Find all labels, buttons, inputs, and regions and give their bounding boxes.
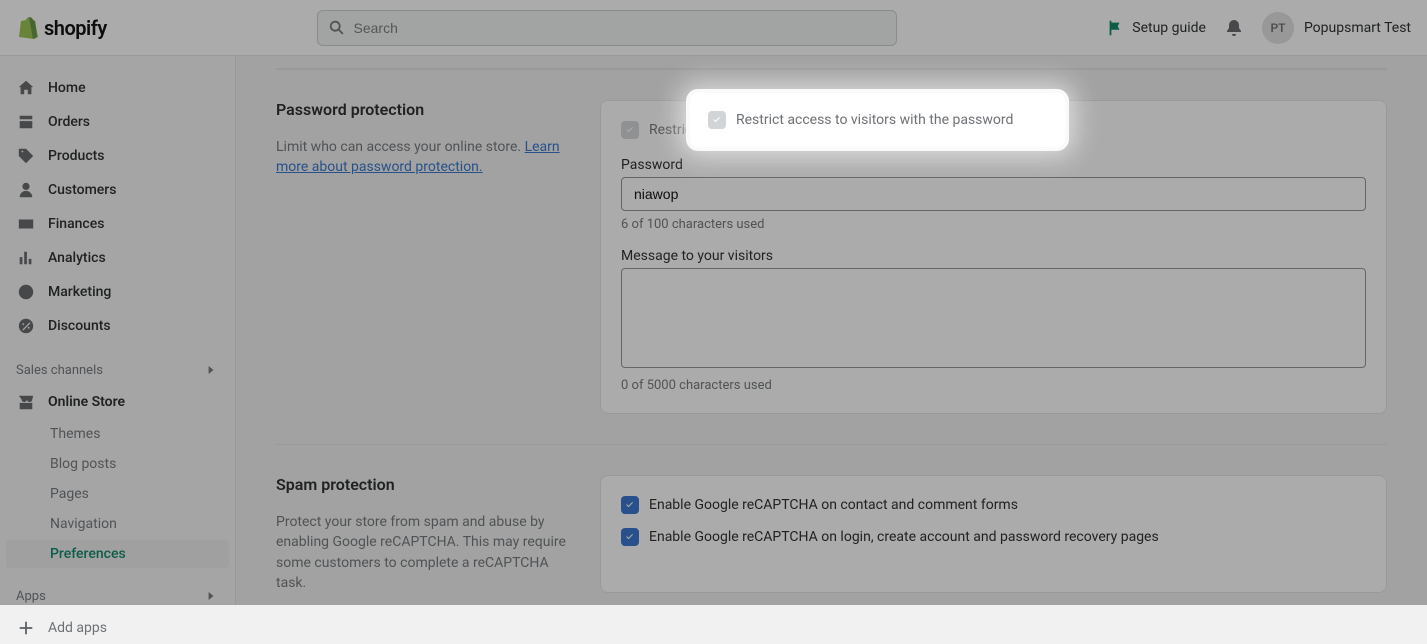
finances-icon (16, 214, 36, 234)
password-hint: 6 of 100 characters used (621, 217, 1366, 232)
sub-item-pages[interactable]: Pages (6, 480, 229, 508)
sidebar-item-online-store[interactable]: Online Store (0, 386, 235, 418)
chevron-right-icon (203, 362, 219, 378)
sub-item-preferences[interactable]: Preferences (6, 540, 229, 568)
spam-card: Enable Google reCAPTCHA on contact and c… (600, 475, 1387, 593)
section-description: Protect your store from spam and abuse b… (276, 512, 576, 593)
sidebar-item-marketing[interactable]: Marketing (0, 276, 235, 308)
section-spam-protection: Spam protection Protect your store from … (276, 444, 1387, 605)
restrict-checkbox-spotlight[interactable] (708, 111, 726, 129)
search-icon (328, 19, 346, 37)
sidebar-item-analytics[interactable]: Analytics (0, 242, 235, 274)
section-title: Spam protection (276, 475, 576, 494)
analytics-icon (16, 248, 36, 268)
sidebar-section-sales-channels[interactable]: Sales channels (0, 356, 235, 384)
plus-icon (16, 618, 36, 638)
sidebar-item-home[interactable]: Home (0, 72, 235, 104)
recaptcha-contact-label: Enable Google reCAPTCHA on contact and c… (649, 497, 1018, 513)
setup-guide-label: Setup guide (1132, 20, 1206, 36)
logo-text: shopify (44, 16, 107, 40)
flag-icon (1106, 19, 1124, 37)
search-box[interactable] (317, 10, 897, 46)
customers-icon (16, 180, 36, 200)
discounts-icon (16, 316, 36, 336)
search-input[interactable] (354, 20, 886, 36)
sub-item-themes[interactable]: Themes (6, 420, 229, 448)
recaptcha-login-option[interactable]: Enable Google reCAPTCHA on login, create… (621, 528, 1366, 546)
sidebar-item-products[interactable]: Products (0, 140, 235, 172)
store-icon (16, 392, 36, 412)
recaptcha-login-checkbox[interactable] (621, 528, 639, 546)
chevron-right-icon (203, 588, 219, 604)
message-label: Message to your visitors (621, 248, 1366, 264)
home-icon (16, 78, 36, 98)
recaptcha-contact-option[interactable]: Enable Google reCAPTCHA on contact and c… (621, 496, 1366, 514)
sidebar-item-discounts[interactable]: Discounts (0, 310, 235, 342)
products-icon (16, 146, 36, 166)
sidebar: Home Orders Products Customers Finances … (0, 56, 236, 605)
spotlight-highlight: Restrict access to visitors with the pas… (690, 93, 1065, 147)
restrict-checkbox[interactable] (621, 121, 639, 139)
sub-item-blog-posts[interactable]: Blog posts (6, 450, 229, 478)
orders-icon (16, 112, 36, 132)
sidebar-item-customers[interactable]: Customers (0, 174, 235, 206)
avatar: PT (1262, 12, 1294, 44)
topbar: shopify Setup guide PT Popupsmart Test (0, 0, 1427, 56)
sidebar-item-finances[interactable]: Finances (0, 208, 235, 240)
message-hint: 0 of 5000 characters used (621, 378, 1366, 393)
recaptcha-login-label: Enable Google reCAPTCHA on login, create… (649, 529, 1159, 545)
setup-guide-link[interactable]: Setup guide (1106, 19, 1206, 37)
check-icon (624, 499, 636, 511)
bell-icon[interactable] (1224, 18, 1244, 38)
section-description: Limit who can access your online store. … (276, 137, 576, 178)
recaptcha-contact-checkbox[interactable] (621, 496, 639, 514)
check-icon (624, 531, 636, 543)
message-textarea[interactable] (621, 268, 1366, 368)
check-icon (624, 124, 636, 136)
sidebar-section-apps[interactable]: Apps (0, 582, 235, 610)
password-input[interactable] (621, 177, 1366, 211)
sidebar-item-add-apps[interactable]: Add apps (0, 612, 235, 644)
check-icon (711, 114, 723, 126)
user-name: Popupsmart Test (1304, 20, 1411, 36)
restrict-label-spotlight: Restrict access to visitors with the pas… (736, 112, 1013, 128)
sidebar-item-orders[interactable]: Orders (0, 106, 235, 138)
profile-menu[interactable]: PT Popupsmart Test (1262, 12, 1411, 44)
logo[interactable]: shopify (16, 16, 107, 40)
password-label: Password (621, 157, 1366, 173)
shopify-bag-icon (16, 16, 40, 40)
password-card: Restrict access to visitors with the pas… (600, 100, 1387, 414)
section-title: Password protection (276, 100, 576, 119)
sub-item-navigation[interactable]: Navigation (6, 510, 229, 538)
marketing-icon (16, 282, 36, 302)
